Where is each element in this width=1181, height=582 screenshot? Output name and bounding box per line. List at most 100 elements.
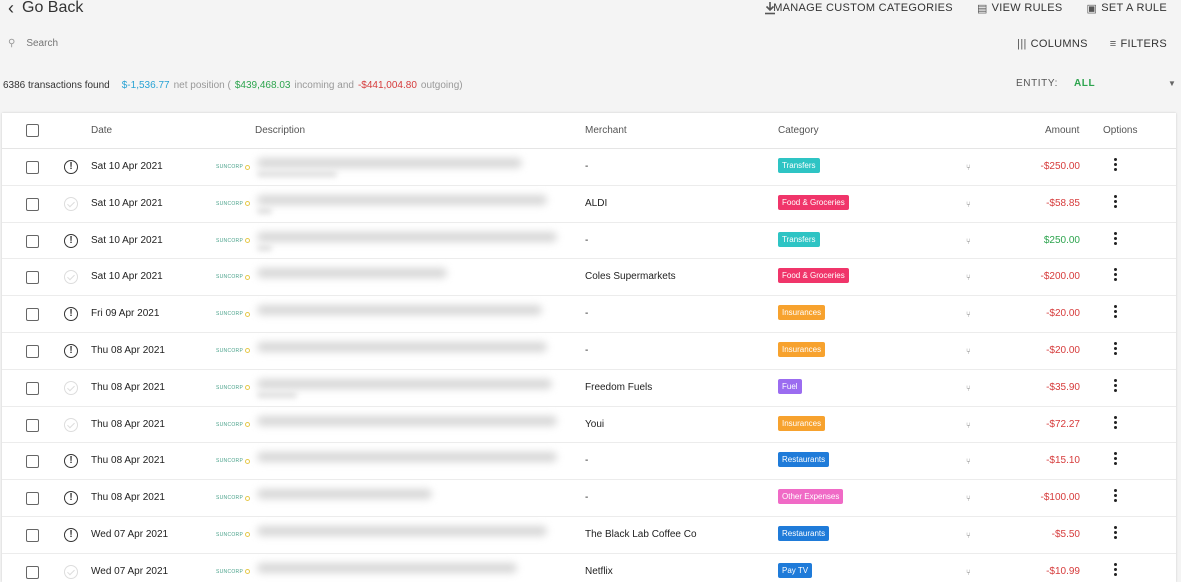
caret-down-icon: ▼ bbox=[1168, 79, 1177, 88]
alert-icon[interactable]: ! bbox=[64, 343, 78, 358]
check-circle-icon[interactable] bbox=[64, 417, 78, 432]
table-row[interactable]: ! Thu 08 Apr 2021 SUNCORP - Restaurants … bbox=[2, 443, 1176, 481]
split-icon[interactable]: ⑂ bbox=[966, 421, 971, 430]
more-options-icon[interactable] bbox=[1114, 452, 1118, 467]
row-checkbox[interactable] bbox=[26, 271, 39, 285]
view-rules-button[interactable]: ▤ VIEW RULES bbox=[977, 0, 1063, 16]
row-checkbox[interactable] bbox=[26, 455, 39, 469]
table-row[interactable]: Sat 10 Apr 2021 SUNCORP ALDI Food & Groc… bbox=[2, 186, 1176, 223]
more-options-icon[interactable] bbox=[1114, 158, 1118, 173]
table-row[interactable]: ! Thu 08 Apr 2021 SUNCORP - Insurances ⑂… bbox=[2, 333, 1176, 370]
category-badge[interactable]: Food & Groceries bbox=[778, 268, 849, 284]
split-icon[interactable]: ⑂ bbox=[966, 568, 971, 577]
table-row[interactable]: Wed 07 Apr 2021 SUNCORP Netflix Pay TV ⑂… bbox=[2, 554, 1176, 582]
category-badge[interactable]: Other Expenses bbox=[778, 489, 844, 505]
category-badge[interactable]: Transfers bbox=[778, 231, 820, 247]
bank-logo-text: SUNCORP bbox=[216, 237, 244, 244]
header-amount[interactable]: Amount bbox=[1045, 125, 1079, 136]
table-row[interactable]: ! Wed 07 Apr 2021 SUNCORP The Black Lab … bbox=[2, 517, 1176, 554]
row-date: Wed 07 Apr 2021 bbox=[91, 565, 169, 577]
row-checkbox[interactable] bbox=[26, 161, 39, 174]
row-checkbox[interactable] bbox=[26, 565, 39, 579]
category-badge[interactable]: Restaurants bbox=[778, 525, 830, 541]
table-row[interactable]: Thu 08 Apr 2021 SUNCORP Youi Insurances … bbox=[2, 407, 1176, 444]
header-date[interactable]: Date bbox=[91, 125, 112, 136]
split-icon[interactable]: ⑂ bbox=[966, 163, 971, 172]
row-checkbox[interactable] bbox=[26, 234, 39, 248]
more-options-icon[interactable] bbox=[1114, 489, 1118, 504]
incoming-label: incoming and bbox=[294, 80, 354, 91]
table-row[interactable]: Sat 10 Apr 2021 SUNCORP Coles Supermarke… bbox=[2, 259, 1176, 297]
category-badge[interactable]: Insurances bbox=[778, 305, 826, 321]
alert-icon[interactable]: ! bbox=[64, 233, 78, 248]
filters-button[interactable]: ≡ FILTERS bbox=[1110, 36, 1167, 52]
more-options-icon[interactable] bbox=[1114, 562, 1118, 578]
row-description-redacted bbox=[257, 489, 432, 500]
row-checkbox[interactable] bbox=[26, 381, 39, 395]
split-icon[interactable]: ⑂ bbox=[966, 494, 971, 503]
split-icon[interactable]: ⑂ bbox=[966, 531, 971, 540]
search-input[interactable] bbox=[26, 38, 227, 49]
split-icon[interactable]: ⑂ bbox=[966, 310, 971, 319]
split-icon[interactable]: ⑂ bbox=[966, 347, 971, 356]
table-row[interactable]: Thu 08 Apr 2021 SUNCORP Freedom Fuels Fu… bbox=[2, 370, 1176, 407]
more-options-icon[interactable] bbox=[1114, 415, 1118, 431]
alert-icon[interactable]: ! bbox=[64, 454, 78, 469]
row-checkbox[interactable] bbox=[26, 308, 39, 322]
row-checkbox[interactable] bbox=[26, 528, 39, 542]
row-date: Sat 10 Apr 2021 bbox=[91, 197, 163, 209]
more-options-icon[interactable] bbox=[1114, 378, 1118, 394]
entity-select[interactable]: ENTITY: ALL ▼ bbox=[1016, 78, 1176, 89]
row-checkbox[interactable] bbox=[26, 492, 39, 506]
category-badge[interactable]: Transfers bbox=[778, 158, 820, 173]
alert-icon[interactable]: ! bbox=[64, 307, 78, 322]
transactions-table: Date Description Merchant Category Amoun… bbox=[2, 113, 1176, 582]
table-row[interactable]: ! Thu 08 Apr 2021 SUNCORP - Other Expens… bbox=[2, 480, 1176, 517]
table-row[interactable]: ! Fri 09 Apr 2021 SUNCORP - Insurances ⑂… bbox=[2, 296, 1176, 333]
split-icon[interactable]: ⑂ bbox=[966, 384, 971, 393]
category-badge[interactable]: Food & Groceries bbox=[778, 194, 849, 210]
more-options-icon[interactable] bbox=[1114, 231, 1118, 247]
table-row[interactable]: ! Sat 10 Apr 2021 SUNCORP - Transfers ⑂ … bbox=[2, 223, 1176, 260]
check-circle-icon[interactable] bbox=[64, 564, 78, 579]
header-description[interactable]: Description bbox=[255, 125, 305, 136]
row-checkbox[interactable] bbox=[26, 197, 39, 211]
category-badge[interactable]: Restaurants bbox=[778, 452, 830, 468]
more-options-icon[interactable] bbox=[1114, 341, 1118, 357]
check-circle-icon[interactable] bbox=[64, 380, 78, 395]
split-icon[interactable]: ⑂ bbox=[966, 237, 971, 246]
check-circle-icon[interactable] bbox=[64, 270, 78, 285]
bank-logo-mark bbox=[245, 201, 251, 207]
split-icon[interactable]: ⑂ bbox=[966, 273, 971, 282]
header-merchant[interactable]: Merchant bbox=[585, 125, 627, 136]
split-icon[interactable]: ⑂ bbox=[966, 200, 971, 209]
more-options-icon[interactable] bbox=[1114, 194, 1118, 210]
more-options-icon[interactable] bbox=[1114, 525, 1118, 541]
manage-custom-categories-button[interactable]: MANAGE CUSTOM CATEGORIES bbox=[773, 0, 953, 16]
columns-button[interactable]: ||| COLUMNS bbox=[1017, 36, 1088, 52]
category-badge[interactable]: Fuel bbox=[778, 378, 802, 394]
category-badge[interactable]: Insurances bbox=[778, 415, 826, 431]
table-row[interactable]: ! Sat 10 Apr 2021 SUNCORP - Transfers ⑂ … bbox=[2, 149, 1176, 186]
alert-icon[interactable]: ! bbox=[64, 160, 78, 174]
alert-icon[interactable]: ! bbox=[64, 491, 78, 506]
alert-icon[interactable]: ! bbox=[64, 527, 78, 542]
select-all-checkbox[interactable] bbox=[26, 124, 39, 137]
row-date: Fri 09 Apr 2021 bbox=[91, 308, 160, 320]
more-options-icon[interactable] bbox=[1114, 268, 1118, 283]
go-back-button[interactable]: ‹ Go Back bbox=[8, 0, 83, 17]
manage-categories-label: MANAGE CUSTOM CATEGORIES bbox=[773, 2, 953, 14]
search-bar: ⚲ bbox=[8, 38, 227, 49]
set-rule-button[interactable]: ▣ SET A RULE bbox=[1087, 0, 1167, 16]
category-badge[interactable]: Pay TV bbox=[778, 562, 813, 578]
category-badge[interactable]: Insurances bbox=[778, 341, 826, 357]
check-circle-icon[interactable] bbox=[64, 196, 78, 211]
entity-label: ENTITY: bbox=[1016, 78, 1058, 89]
bank-logo-text: SUNCORP bbox=[216, 495, 244, 502]
go-back-label: Go Back bbox=[22, 0, 84, 16]
row-checkbox[interactable] bbox=[26, 418, 39, 432]
header-category[interactable]: Category bbox=[778, 125, 819, 136]
row-checkbox[interactable] bbox=[26, 344, 39, 358]
more-options-icon[interactable] bbox=[1114, 305, 1118, 320]
split-icon[interactable]: ⑂ bbox=[966, 457, 971, 466]
